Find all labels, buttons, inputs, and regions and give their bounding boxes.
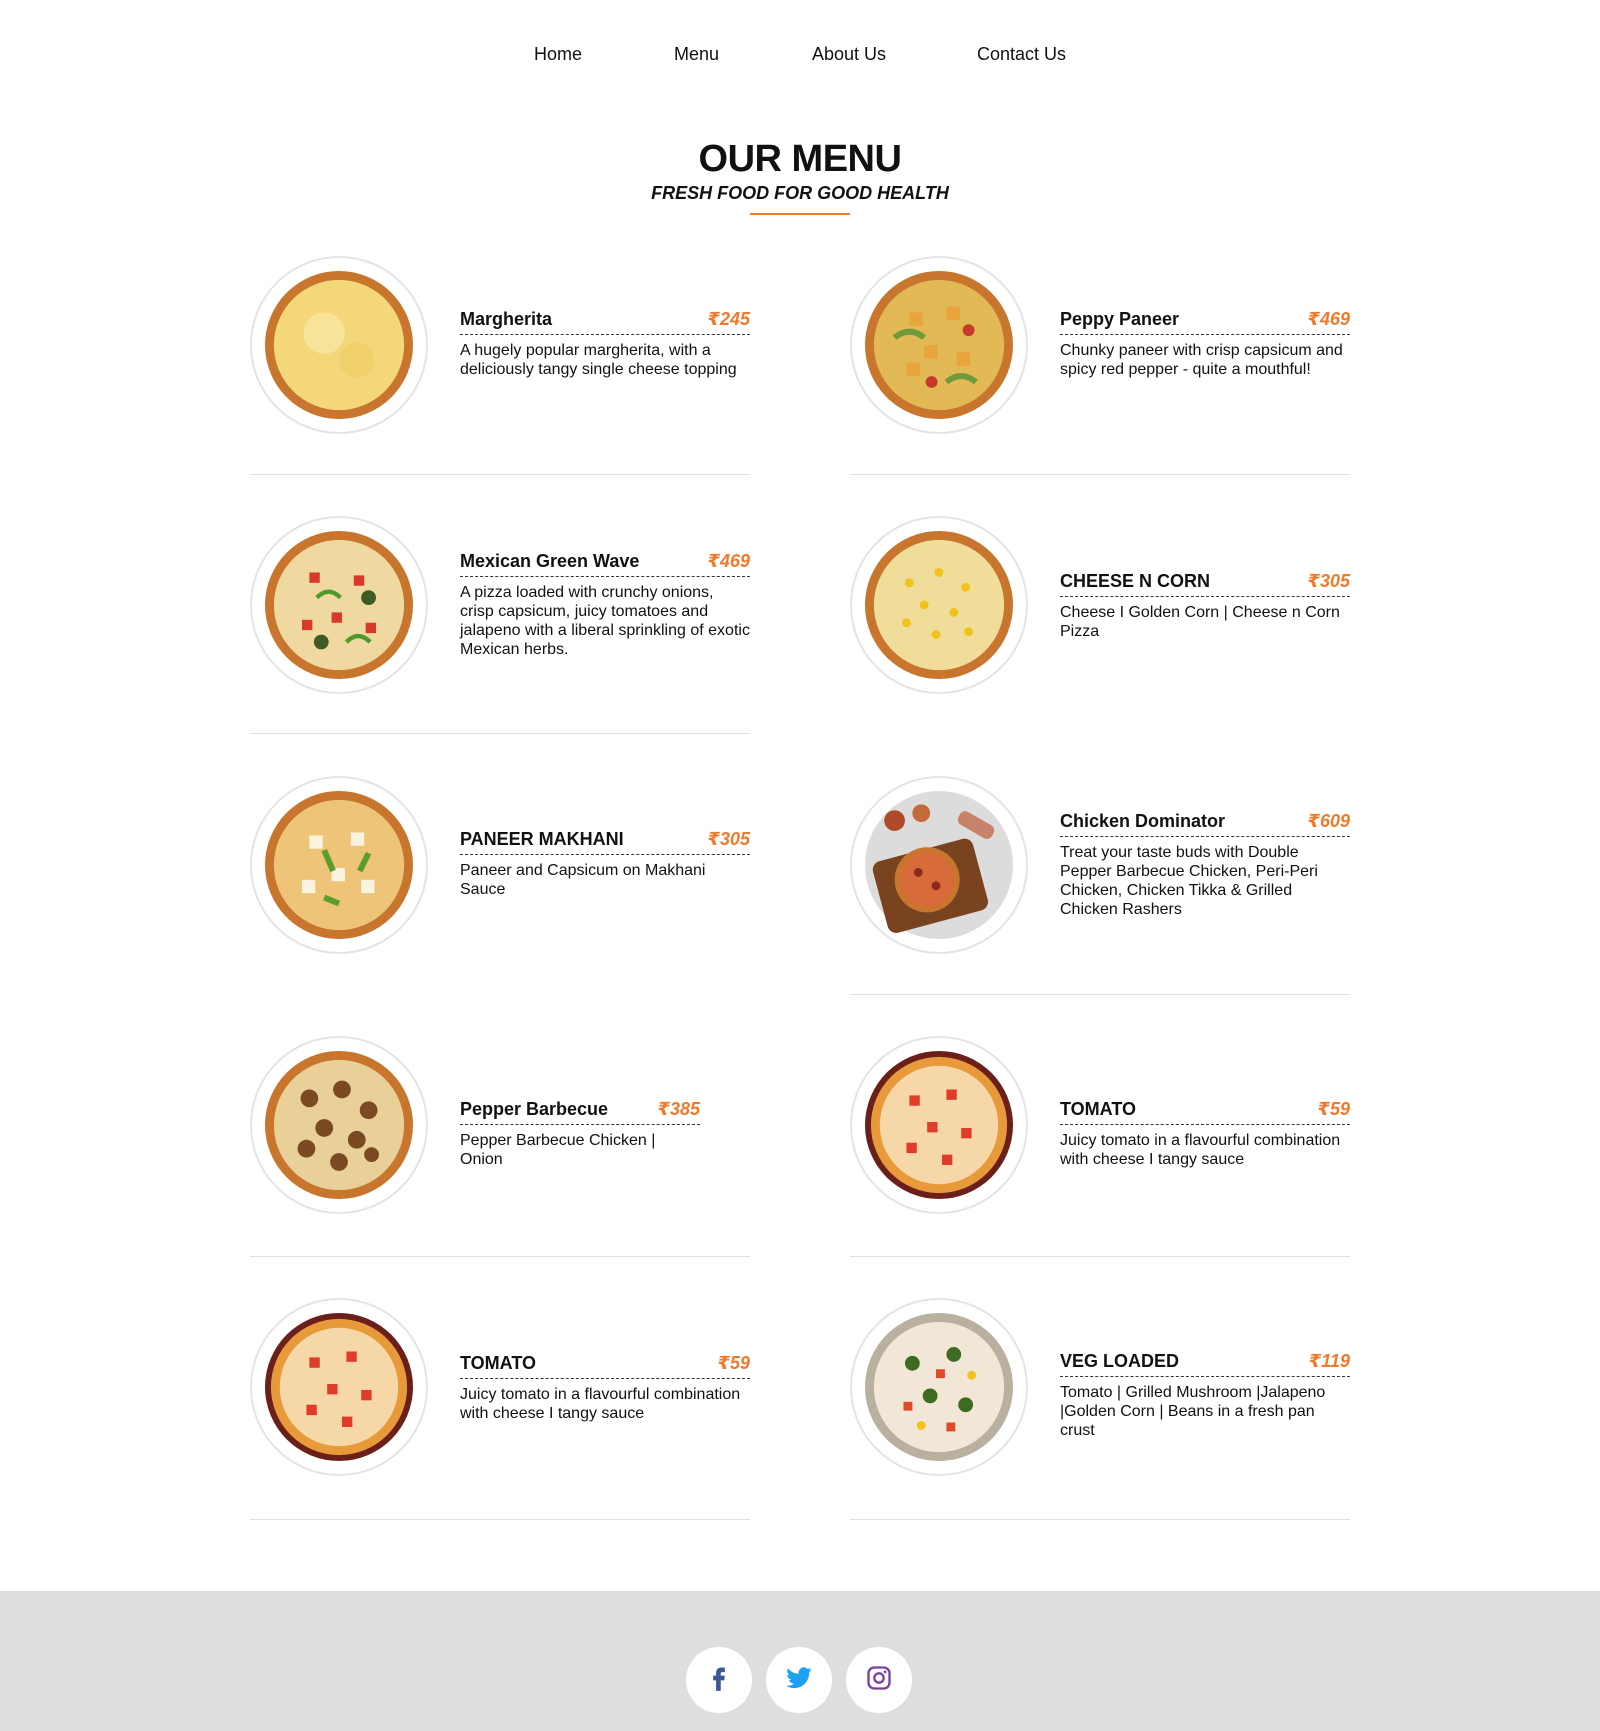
pizza-image xyxy=(850,256,1028,434)
item-name: Chicken Dominator xyxy=(1060,811,1226,831)
divider xyxy=(850,1256,1350,1257)
facebook-link[interactable] xyxy=(686,1647,752,1713)
item-name: Mexican Green Wave xyxy=(460,551,640,571)
item-name: Margherita xyxy=(460,309,553,329)
item-price: ₹305 xyxy=(1307,571,1350,591)
nav-home[interactable]: Home xyxy=(534,44,582,65)
item-name: CHEESE N CORN xyxy=(1060,571,1211,591)
item-description: A hugely popular margherita, with a deli… xyxy=(460,342,737,378)
divider xyxy=(250,1256,750,1257)
item-description: A pizza loaded with crunchy onions, cris… xyxy=(460,584,750,658)
pizza-image xyxy=(250,256,428,434)
pizza-image xyxy=(850,1298,1028,1476)
divider xyxy=(250,474,750,475)
item-description: Tomato | Grilled Mushroom |Jalapeno |Gol… xyxy=(1060,1384,1326,1439)
item-price: ₹119 xyxy=(1308,1351,1350,1371)
main-nav: Home Menu About Us Contact Us xyxy=(0,40,1600,70)
item-price: ₹609 xyxy=(1307,811,1350,831)
page-title: OUR MENU xyxy=(698,138,902,180)
item-price: ₹59 xyxy=(717,1353,750,1373)
item-name: TOMATO xyxy=(1060,1099,1136,1119)
pizza-image xyxy=(250,1298,428,1476)
footer xyxy=(0,1591,1600,1731)
item-name: Peppy Paneer xyxy=(1060,309,1180,329)
divider xyxy=(850,474,1350,475)
divider xyxy=(250,1519,750,1520)
item-price: ₹385 xyxy=(657,1099,700,1119)
page-subtitle: FRESH FOOD FOR GOOD HEALTH xyxy=(651,183,949,203)
title-underline xyxy=(750,213,850,215)
item-description: Pepper Barbecue Chicken | Onion xyxy=(460,1132,656,1168)
twitter-link[interactable] xyxy=(766,1647,832,1713)
item-description: Treat your taste buds with Double Pepper… xyxy=(1060,844,1318,918)
facebook-icon xyxy=(705,1664,733,1697)
item-name: TOMATO xyxy=(460,1353,536,1373)
instagram-link[interactable] xyxy=(846,1647,912,1713)
item-price: ₹59 xyxy=(1317,1099,1350,1119)
divider xyxy=(850,994,1350,995)
nav-menu[interactable]: Menu xyxy=(674,44,719,65)
item-description: Chunky paneer with crisp capsicum and sp… xyxy=(1060,342,1343,378)
item-price: ₹245 xyxy=(707,309,750,329)
item-name: Pepper Barbecue xyxy=(460,1099,609,1119)
pizza-image xyxy=(850,516,1028,694)
pizza-image xyxy=(850,1036,1028,1214)
divider xyxy=(250,733,750,734)
item-price: ₹305 xyxy=(707,829,750,849)
pizza-image xyxy=(250,1036,428,1214)
pizza-image xyxy=(250,776,428,954)
item-name: PANEER MAKHANI xyxy=(460,829,624,849)
item-description: Paneer and Capsicum on Makhani Sauce xyxy=(460,862,706,898)
pizza-image xyxy=(250,516,428,694)
pizza-image xyxy=(850,776,1028,954)
item-description: Juicy tomato in a flavourful combination… xyxy=(460,1386,741,1422)
nav-about-us[interactable]: About Us xyxy=(812,44,886,65)
nav-contact-us[interactable]: Contact Us xyxy=(977,44,1066,65)
item-description: Juicy tomato in a flavourful combination… xyxy=(1060,1132,1341,1168)
twitter-icon xyxy=(785,1664,813,1697)
divider xyxy=(850,1519,1350,1520)
item-description: Cheese I Golden Corn | Cheese n Corn Piz… xyxy=(1060,604,1340,640)
item-name: VEG LOADED xyxy=(1060,1351,1180,1371)
instagram-icon xyxy=(865,1664,893,1697)
item-price: ₹469 xyxy=(1307,309,1350,329)
item-price: ₹469 xyxy=(707,551,750,571)
